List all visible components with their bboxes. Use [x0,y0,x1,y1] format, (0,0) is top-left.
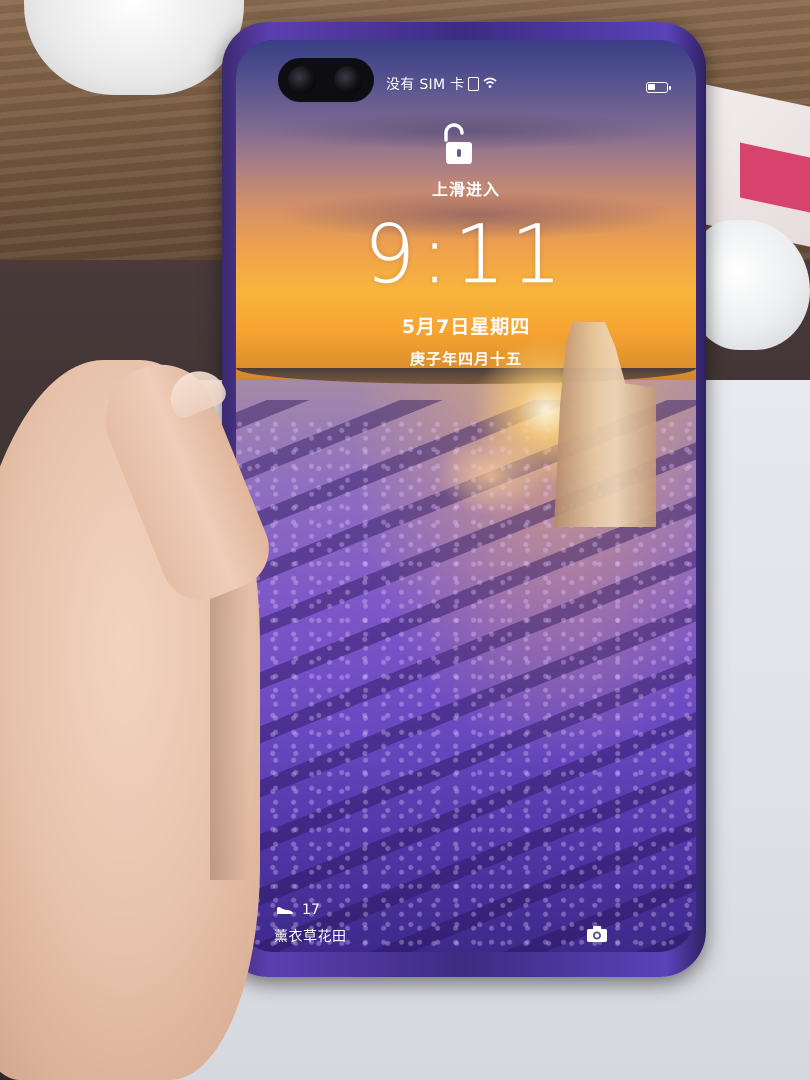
sim-card-icon [468,77,480,91]
finger-shadow [210,560,250,880]
battery-icon [646,82,671,93]
camera-icon[interactable] [586,925,608,943]
battery-level [648,84,655,90]
swipe-up-hint: 上滑进入 [431,180,500,199]
front-camera-cutout [278,58,374,102]
lock-screen[interactable]: 没有 SIM 卡 上滑进入 9:11 5月7日星期四 庚子年四月十五 17 薰衣… [236,40,696,952]
lunar-date-text: 庚子年四月十五 [409,350,522,368]
camera-lens [334,66,362,94]
clock-time: 9:11 [364,208,568,302]
sim-status-text: 没有 SIM 卡 [386,77,465,93]
wifi-icon [483,77,497,92]
step-counter: 17 [276,902,320,918]
shoe-icon [277,907,293,914]
camera-lens [288,66,316,94]
step-count: 17 [302,902,320,918]
wallpaper-caption[interactable]: 薰衣草花田 [274,926,347,946]
status-bar: 没有 SIM 卡 [386,74,497,94]
wallpaper-wildflowers [436,435,546,515]
lock-open-icon[interactable] [440,122,476,168]
date-text: 5月7日星期四 [401,316,531,338]
